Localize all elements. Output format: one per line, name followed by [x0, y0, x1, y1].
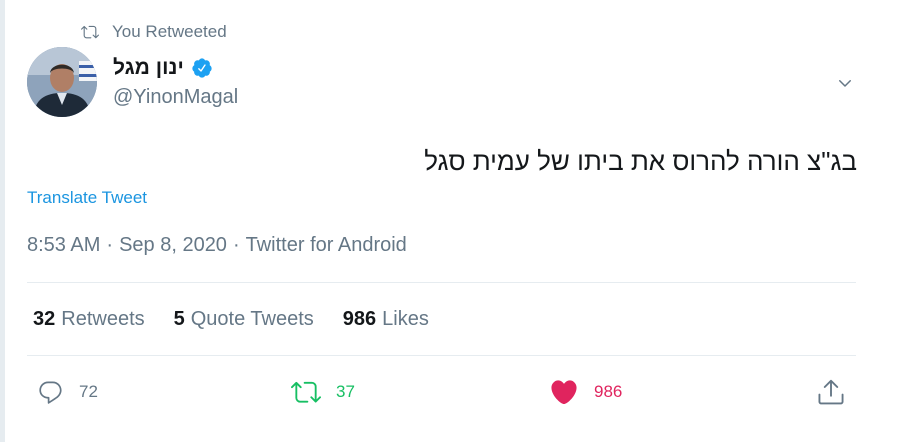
- likes-count: 986: [342, 308, 377, 330]
- share-icon: [816, 377, 846, 407]
- retweets-count: 32: [33, 308, 56, 330]
- retweet-context-label: You Retweeted: [112, 22, 227, 41]
- quote-tweets-stat[interactable]: 5 Quote Tweets: [174, 308, 314, 331]
- likes-label: Likes: [382, 308, 429, 330]
- likes-stat[interactable]: 986 Likes: [343, 308, 429, 331]
- quote-tweets-label: Quote Tweets: [190, 308, 314, 330]
- retweet-button[interactable]: 37: [291, 374, 355, 410]
- left-border: [0, 0, 5, 442]
- retweets-stat[interactable]: 32 Retweets: [33, 308, 145, 331]
- author-handle[interactable]: @YinonMagal: [113, 86, 238, 109]
- reply-button[interactable]: 72: [37, 374, 98, 410]
- retweet-icon: [81, 23, 99, 41]
- engagement-stats: 32 Retweets 5 Quote Tweets 986 Likes: [33, 308, 429, 331]
- author-display-name[interactable]: ינון מגל: [113, 56, 184, 80]
- tweet-metadata: 8:53 AM · Sep 8, 2020 · Twitter for Andr…: [27, 234, 407, 257]
- tweet-text: בג"צ הורה להרוס את ביתו של עמית סגל: [424, 146, 857, 176]
- divider: [27, 282, 856, 283]
- verified-badge-icon: [191, 57, 213, 79]
- like-count: 986: [594, 382, 623, 401]
- like-button[interactable]: 986: [549, 374, 622, 410]
- author-name-row[interactable]: ינון מגל: [113, 56, 213, 80]
- retweets-label: Retweets: [61, 308, 145, 330]
- retweet-icon: [291, 377, 321, 407]
- translate-tweet-link[interactable]: Translate Tweet: [27, 188, 147, 208]
- reply-count: 72: [79, 382, 98, 401]
- meta-separator: ·: [106, 234, 114, 256]
- more-options-chevron-icon[interactable]: [833, 71, 857, 95]
- heart-icon: [549, 377, 579, 407]
- retweet-count: 37: [336, 382, 355, 401]
- tweet-date[interactable]: Sep 8, 2020: [119, 234, 227, 257]
- divider: [27, 355, 856, 356]
- reply-icon: [37, 379, 64, 406]
- share-button[interactable]: [816, 374, 846, 410]
- tweet-time[interactable]: 8:53 AM: [27, 234, 100, 257]
- quote-tweets-count: 5: [173, 308, 185, 330]
- tweet-source[interactable]: Twitter for Android: [246, 234, 407, 257]
- avatar[interactable]: [27, 47, 97, 117]
- retweet-context: You Retweeted: [81, 21, 227, 43]
- meta-separator: ·: [232, 234, 240, 256]
